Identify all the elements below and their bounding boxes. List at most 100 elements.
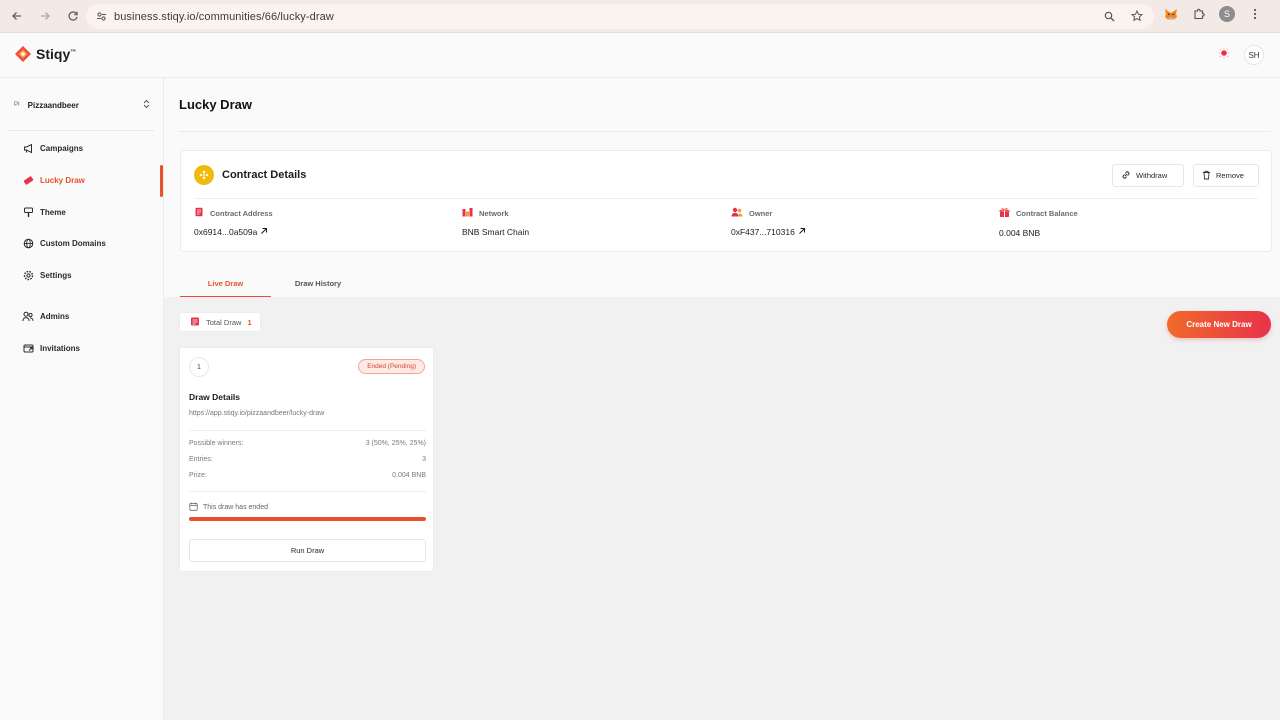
possible-winners-row: Possible winners: 3 (50%, 25%, 25%) xyxy=(189,440,426,447)
reload-icon[interactable] xyxy=(62,5,84,27)
owner-value: 0xF437...710316 xyxy=(731,227,795,237)
community-switcher[interactable]: PI Pizzaandbeer xyxy=(8,94,154,116)
create-new-draw-button[interactable]: Create New Draw xyxy=(1167,311,1271,338)
tab-live-draw[interactable]: Live Draw xyxy=(180,270,271,297)
calendar-icon xyxy=(190,316,200,328)
trash-icon xyxy=(1202,170,1211,182)
calendar-outline-icon xyxy=(189,502,198,513)
contract-balance-label: Contract Balance xyxy=(1016,209,1078,218)
forward-icon[interactable] xyxy=(34,5,56,27)
sidebar-item-lucky-draw[interactable]: Lucky Draw xyxy=(22,172,85,188)
sidebar-item-label: Admins xyxy=(40,311,70,321)
contract-address-link[interactable]: 0x6914...0a509a xyxy=(194,227,273,237)
owner-users-icon xyxy=(731,207,743,219)
network-label: Network xyxy=(479,208,509,218)
draws-panel: Total Draw 1 Create New Draw 1 Ended (Pe… xyxy=(164,297,1280,720)
network-value: BNB Smart Chain xyxy=(462,227,530,237)
contract-divider xyxy=(194,198,1258,199)
draw-divider xyxy=(189,491,426,492)
contract-balance-field: Contract Balance 0.004 BNB xyxy=(999,207,1078,238)
row-label: Entries: xyxy=(189,456,213,463)
owner-field: Owner 0xF437...710316 xyxy=(731,207,806,237)
document-icon xyxy=(194,207,204,219)
sidebar-divider xyxy=(8,130,154,131)
chevron-updown-icon xyxy=(143,99,150,111)
draw-ended-note: This draw has ended xyxy=(189,502,268,513)
draw-details-title: Draw Details xyxy=(189,392,241,402)
sidebar-item-campaigns[interactable]: Campaigns xyxy=(22,140,83,156)
external-link-icon xyxy=(798,227,806,237)
tab-draw-history[interactable]: Draw History xyxy=(280,270,356,297)
withdraw-label: Withdraw xyxy=(1136,171,1168,180)
invite-icon xyxy=(22,342,34,354)
contract-details-title: Contract Details xyxy=(222,169,307,181)
contract-address-value: 0x6914...0a509a xyxy=(194,227,258,237)
sidebar-item-admins[interactable]: Admins xyxy=(22,308,69,324)
back-icon[interactable] xyxy=(6,5,28,27)
prize-row: Prize: 0.004 BNB xyxy=(189,472,426,479)
sidebar: PI Pizzaandbeer Campaigns Lucky Draw The… xyxy=(0,78,164,720)
withdraw-button[interactable]: Withdraw xyxy=(1112,164,1184,187)
metamask-extension-icon[interactable] xyxy=(1162,5,1180,23)
sidebar-item-label: Lucky Draw xyxy=(40,175,85,185)
address-bar[interactable]: business.stiqy.io/communities/66/lucky-d… xyxy=(86,4,1154,29)
draw-divider xyxy=(189,430,426,431)
stiqy-logo[interactable]: Stiqy™ xyxy=(14,45,76,63)
user-avatar[interactable]: SH xyxy=(1244,45,1264,65)
globe-icon xyxy=(22,237,34,249)
sidebar-item-label: Settings xyxy=(40,270,72,280)
remove-label: Remove xyxy=(1216,171,1244,180)
owner-link[interactable]: 0xF437...710316 xyxy=(731,227,806,237)
contract-balance-value: 0.004 BNB xyxy=(999,228,1041,238)
sidebar-item-settings[interactable]: Settings xyxy=(22,267,72,283)
community-name: Pizzaandbeer xyxy=(27,100,79,110)
owner-label: Owner xyxy=(749,208,773,218)
remove-button[interactable]: Remove xyxy=(1193,164,1259,187)
users-icon xyxy=(22,310,34,322)
sidebar-item-custom-domains[interactable]: Custom Domains xyxy=(22,235,106,251)
link-icon xyxy=(1121,170,1131,182)
brush-icon xyxy=(22,206,34,218)
site-settings-icon[interactable] xyxy=(92,8,110,26)
megaphone-icon xyxy=(22,142,34,154)
row-value: 3 xyxy=(422,456,426,463)
zoom-icon[interactable] xyxy=(1100,7,1118,25)
theme-toggle-icon[interactable] xyxy=(1218,46,1230,64)
sidebar-item-label: Invitations xyxy=(40,343,81,353)
draw-card: 1 Ended (Pending) Draw Details https://a… xyxy=(179,347,434,572)
more-menu-icon[interactable] xyxy=(1246,5,1264,23)
bookmark-star-icon[interactable] xyxy=(1128,7,1146,25)
title-divider xyxy=(179,131,1271,132)
app-header: Stiqy™ SH xyxy=(0,33,1280,78)
sidebar-item-theme[interactable]: Theme xyxy=(22,204,66,220)
gift-icon xyxy=(999,207,1010,220)
status-badge: Ended (Pending) xyxy=(358,359,425,374)
total-draw-badge: Total Draw 1 xyxy=(179,312,261,332)
row-label: Possible winners: xyxy=(189,440,244,447)
page-title: Lucky Draw xyxy=(179,97,252,112)
sidebar-item-label: Campaigns xyxy=(40,143,84,153)
draw-ended-text: This draw has ended xyxy=(203,504,268,511)
profile-icon[interactable]: S xyxy=(1218,5,1236,23)
contract-address-field: Contract Address 0x6914...0a509a xyxy=(194,207,273,237)
sidebar-item-label: Custom Domains xyxy=(40,238,106,248)
run-draw-button[interactable]: Run Draw xyxy=(189,539,426,562)
network-field: Network BNB Smart Chain xyxy=(462,207,529,237)
row-value: 3 (50%, 25%, 25%) xyxy=(365,440,426,447)
draw-progress-bar xyxy=(189,517,426,521)
draw-number: 1 xyxy=(189,357,209,377)
bnb-icon xyxy=(194,165,214,185)
contract-address-label: Contract Address xyxy=(210,208,273,218)
row-value: 0.004 BNB xyxy=(392,472,426,479)
entries-row: Entries: 3 xyxy=(189,456,426,463)
sidebar-item-label: Theme xyxy=(40,207,66,217)
external-link-icon xyxy=(260,227,268,237)
stiqy-logo-icon xyxy=(15,46,31,62)
extensions-puzzle-icon[interactable] xyxy=(1190,5,1208,23)
community-badge: PI xyxy=(14,102,20,108)
sidebar-item-invitations[interactable]: Invitations xyxy=(22,340,80,356)
url-text: business.stiqy.io/communities/66/lucky-d… xyxy=(114,10,334,23)
bar-chart-icon xyxy=(462,207,473,219)
total-draw-count: 1 xyxy=(247,317,252,327)
draw-link[interactable]: https://app.stiqy.io/pizzaandbeer/lucky-… xyxy=(189,410,324,417)
